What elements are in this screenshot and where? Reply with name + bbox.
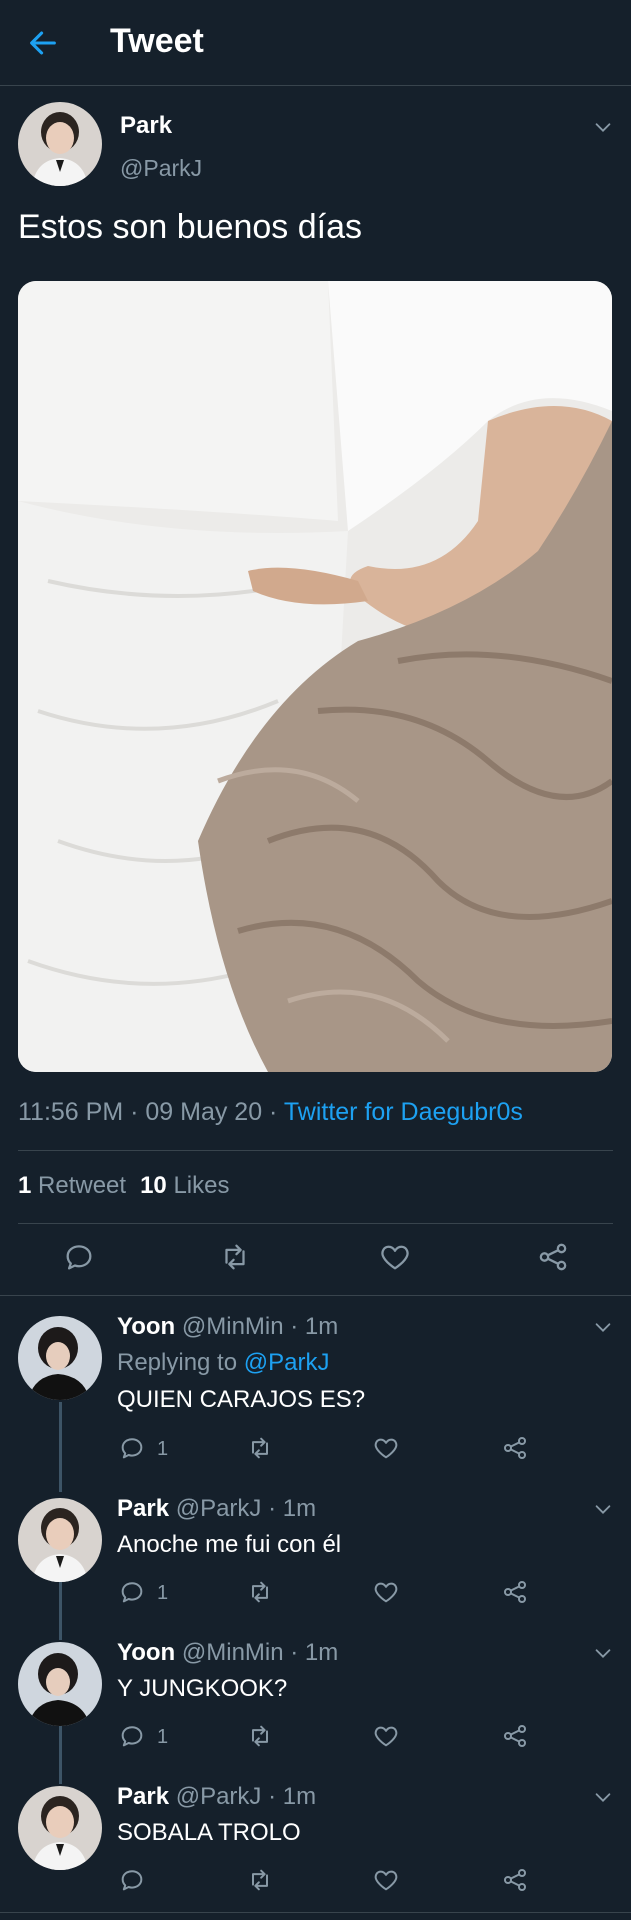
avatar[interactable] — [18, 102, 102, 186]
reply-text: SOBALA TROLO — [117, 1819, 301, 1846]
reply-count: 1 — [157, 1582, 169, 1604]
reply-meta: @MinMin · 1m — [175, 1313, 339, 1340]
replying-prefix: Replying to — [117, 1349, 244, 1376]
share-icon[interactable] — [501, 1722, 529, 1750]
heart-icon[interactable] — [372, 1866, 400, 1894]
tweet-source-link[interactable]: Twitter for Daegubr0s — [284, 1098, 523, 1126]
like-label[interactable]: Likes — [173, 1172, 229, 1199]
reply-author-name[interactable]: Yoon — [117, 1639, 175, 1666]
thread-line — [59, 1726, 62, 1784]
retweet-count[interactable]: 1 — [18, 1172, 31, 1199]
retweet-icon[interactable] — [246, 1434, 274, 1462]
reply-icon[interactable] — [62, 1240, 96, 1274]
divider — [0, 1295, 631, 1296]
tweet-photo[interactable] — [18, 281, 612, 1072]
author-handle[interactable]: @ParkJ — [120, 155, 202, 182]
mention-link[interactable]: @ParkJ — [244, 1349, 330, 1376]
thread-line — [59, 1402, 62, 1492]
tweet-text: Estos son buenos días — [18, 208, 363, 246]
reply-meta: @ParkJ · 1m — [169, 1783, 317, 1810]
divider — [0, 1912, 631, 1913]
reply-icon[interactable] — [118, 1866, 146, 1894]
top-bar: Tweet — [0, 0, 631, 86]
chevron-down-icon[interactable] — [592, 1498, 614, 1520]
share-icon[interactable] — [501, 1578, 529, 1606]
reply-meta: @ParkJ · 1m — [169, 1495, 317, 1522]
avatar[interactable] — [18, 1786, 102, 1870]
like-count[interactable]: 10 — [140, 1172, 167, 1199]
reply-header: Park @ParkJ · 1m — [117, 1495, 316, 1523]
retweet-icon[interactable] — [218, 1240, 252, 1274]
chevron-down-icon[interactable] — [592, 1642, 614, 1664]
page-title: Tweet — [110, 22, 204, 60]
reply-text: Y JUNGKOOK? — [117, 1675, 288, 1702]
reply-count: 1 — [157, 1726, 169, 1748]
retweet-label[interactable]: Retweet — [38, 1172, 126, 1199]
share-icon[interactable] — [536, 1240, 570, 1274]
reply-icon[interactable] — [118, 1722, 146, 1750]
avatar[interactable] — [18, 1642, 102, 1726]
tweet-timestamp: 11:56 PM · 09 May 20 · Twitter for Daegu… — [18, 1098, 523, 1127]
reply-header: Yoon @MinMin · 1m — [117, 1639, 338, 1667]
avatar[interactable] — [18, 1316, 102, 1400]
avatar[interactable] — [18, 1498, 102, 1582]
reply-count: 1 — [157, 1438, 169, 1460]
divider — [18, 1223, 613, 1224]
chevron-down-icon[interactable] — [592, 116, 614, 138]
heart-icon[interactable] — [372, 1578, 400, 1606]
tweet-stats: 1 Retweet 10 Likes — [18, 1172, 229, 1200]
share-icon[interactable] — [501, 1866, 529, 1894]
reply-author-name[interactable]: Park — [117, 1783, 169, 1810]
replying-to: Replying to @ParkJ — [117, 1349, 329, 1377]
heart-icon[interactable] — [372, 1434, 400, 1462]
heart-icon[interactable] — [372, 1722, 400, 1750]
back-arrow-icon[interactable] — [26, 26, 60, 60]
heart-icon[interactable] — [378, 1240, 412, 1274]
reply-header: Park @ParkJ · 1m — [117, 1783, 316, 1811]
chevron-down-icon[interactable] — [592, 1316, 614, 1338]
reply-meta: @MinMin · 1m — [175, 1639, 339, 1666]
retweet-icon[interactable] — [246, 1722, 274, 1750]
reply-author-name[interactable]: Park — [117, 1495, 169, 1522]
author-name[interactable]: Park — [120, 112, 172, 140]
reply-icon[interactable] — [118, 1578, 146, 1606]
retweet-icon[interactable] — [246, 1578, 274, 1606]
reply-author-name[interactable]: Yoon — [117, 1313, 175, 1340]
divider — [18, 1150, 613, 1151]
retweet-icon[interactable] — [246, 1866, 274, 1894]
chevron-down-icon[interactable] — [592, 1786, 614, 1808]
timestamp-text: 11:56 PM · 09 May 20 · — [18, 1098, 284, 1126]
reply-header: Yoon @MinMin · 1m — [117, 1313, 338, 1341]
share-icon[interactable] — [501, 1434, 529, 1462]
reply-text: Anoche me fui con él — [117, 1531, 342, 1558]
thread-line — [59, 1582, 62, 1640]
reply-icon[interactable] — [118, 1434, 146, 1462]
reply-text: QUIEN CARAJOS ES? — [117, 1386, 366, 1413]
